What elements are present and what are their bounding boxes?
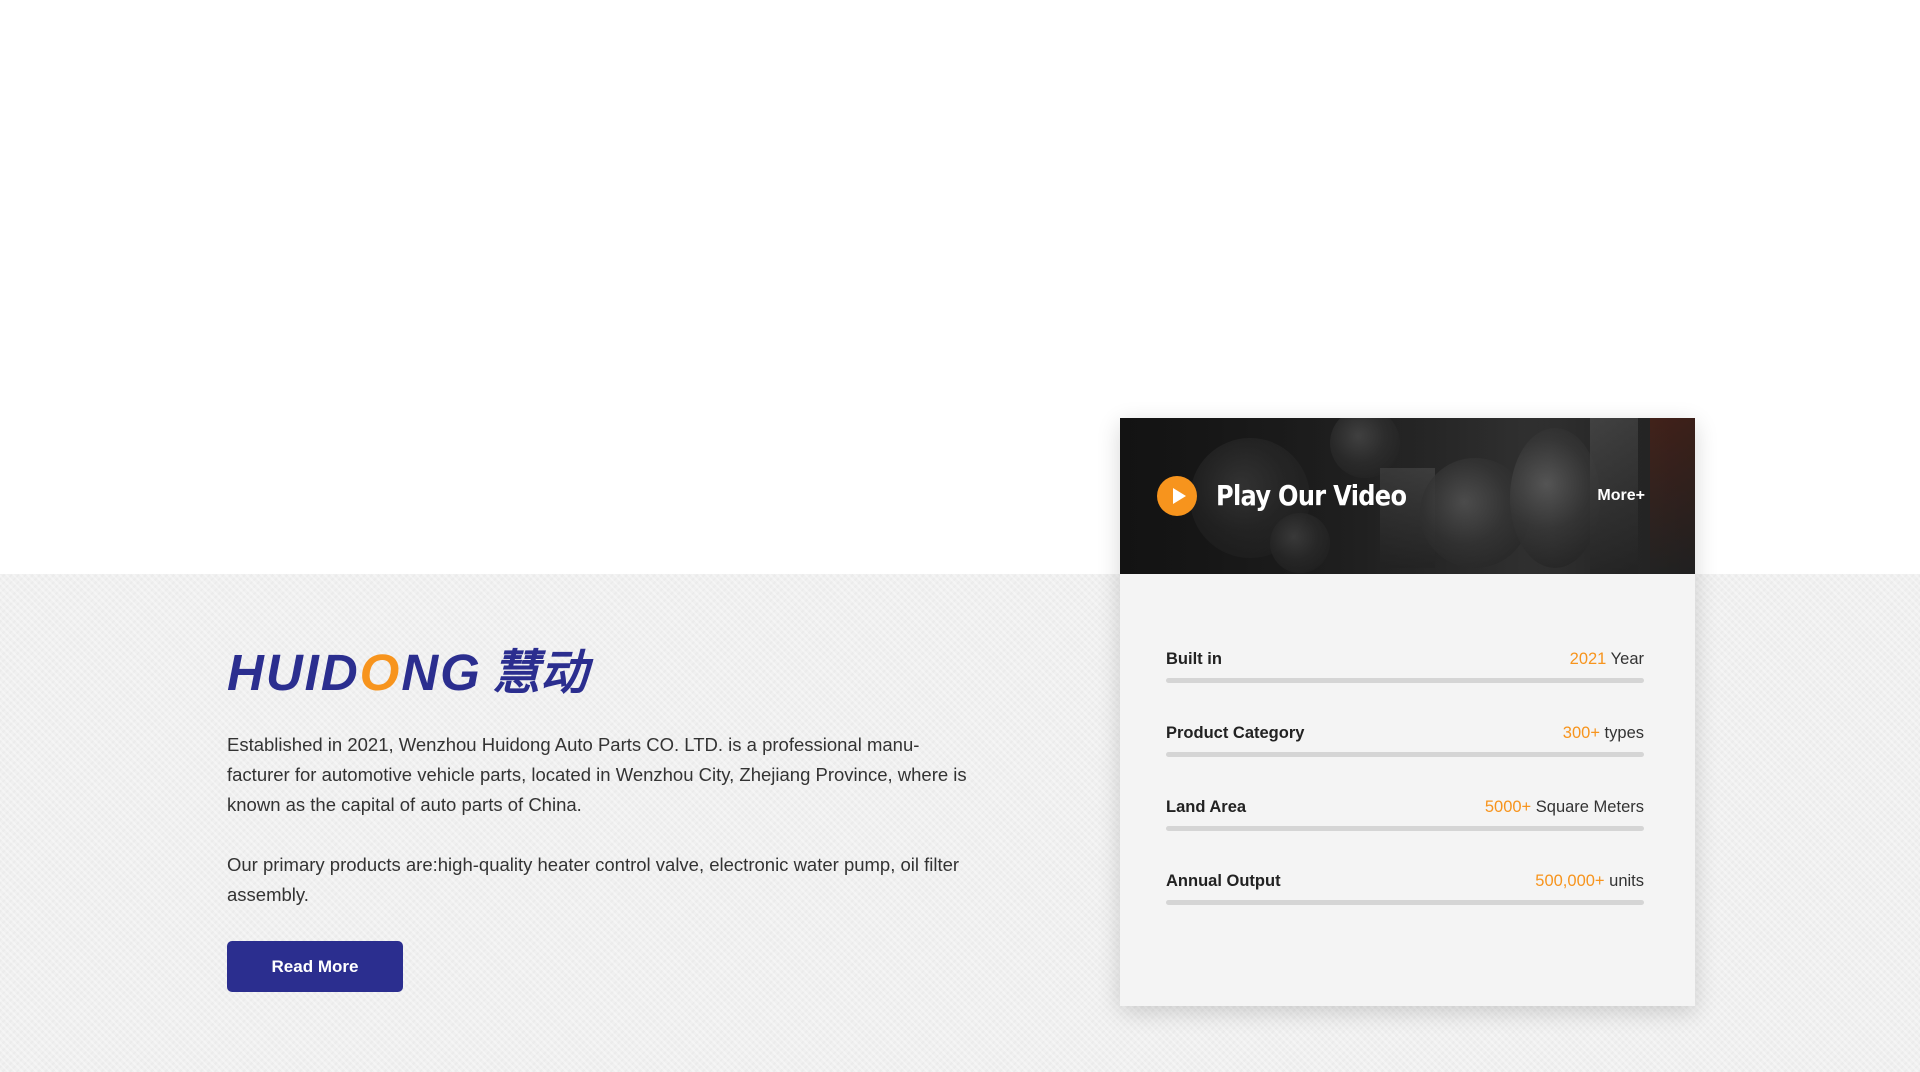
stat-label: Product Category	[1166, 724, 1305, 742]
stat-value: 2021 Year	[1570, 648, 1644, 670]
stats-list: Built in 2021 Year Product Category 300+…	[1166, 648, 1644, 944]
video-title[interactable]: Play Our Video	[1216, 476, 1407, 516]
video-banner[interactable]: Play Our Video More+	[1120, 418, 1695, 574]
huidong-logo: HUIDONG 慧动	[227, 644, 588, 702]
stat-row-built-in: Built in 2021 Year	[1166, 648, 1644, 722]
stat-number: 2021	[1569, 650, 1607, 668]
logo-chinese-name: 慧动	[491, 645, 588, 701]
stat-divider	[1166, 752, 1644, 757]
stat-label: Land Area	[1166, 798, 1247, 816]
stat-value: 300+ types	[1563, 722, 1644, 744]
stat-label: Annual Output	[1166, 872, 1281, 890]
company-intro: Established in 2021, Wenzhou Huidong Aut…	[227, 730, 967, 940]
stat-divider	[1166, 900, 1644, 905]
stat-row-annual-output: Annual Output 500,000+ units	[1166, 870, 1644, 944]
read-more-button[interactable]: Read More	[227, 941, 403, 992]
stat-row-product-category: Product Category 300+ types	[1166, 722, 1644, 796]
stat-divider	[1166, 826, 1644, 831]
intro-paragraph-1: Established in 2021, Wenzhou Huidong Aut…	[227, 734, 967, 815]
logo-wordmark: HUIDONG	[227, 644, 482, 701]
play-icon	[1172, 488, 1186, 504]
stat-number: 500,000+	[1535, 872, 1605, 890]
stat-unit: Year	[1606, 650, 1644, 668]
stat-label: Built in	[1166, 650, 1222, 668]
video-more-link[interactable]: More+	[1597, 486, 1645, 506]
play-video-button[interactable]	[1157, 476, 1197, 516]
logo-o-ring: O	[359, 644, 402, 701]
stat-row-land-area: Land Area 5000+ Square Meters	[1166, 796, 1644, 870]
stat-value: 5000+ Square Meters	[1485, 796, 1644, 818]
stat-divider	[1166, 678, 1644, 683]
intro-paragraph-2: Our primary products are:high-quality he…	[227, 854, 960, 905]
stat-number: 5000+	[1484, 798, 1532, 816]
stat-value: 500,000+ units	[1535, 870, 1644, 892]
stat-number: 300+	[1562, 724, 1600, 742]
stat-unit: units	[1604, 872, 1644, 890]
stat-unit: types	[1599, 724, 1644, 742]
stat-unit: Square Meters	[1531, 798, 1644, 816]
company-stats-card: Play Our Video More+ Built in 2021 Year …	[1120, 418, 1695, 1006]
page: HUIDONG 慧动 Established in 2021, Wenzhou …	[0, 0, 1920, 1072]
